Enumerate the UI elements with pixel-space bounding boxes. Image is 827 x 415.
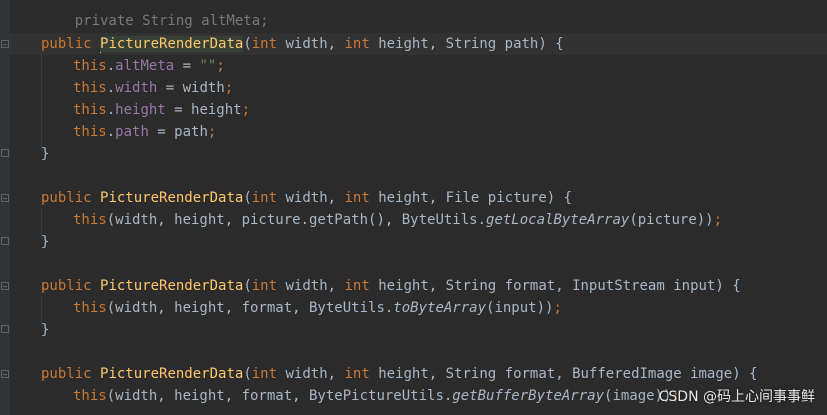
call-args: (width, height, format, BytePictureUtils… xyxy=(106,388,453,404)
closing-brace: } xyxy=(41,322,50,338)
assignment: = width xyxy=(157,80,225,96)
field-ref: path xyxy=(115,124,149,140)
params-rest: height, String format, InputStream input… xyxy=(369,278,741,294)
constructor-name: PictureRenderData xyxy=(100,278,244,294)
dot: . xyxy=(106,58,116,74)
code-line[interactable]: public PictureRenderData(int width, int … xyxy=(41,275,827,297)
keyword: this xyxy=(73,58,107,74)
keyword: int xyxy=(251,190,278,206)
assignment: = height xyxy=(165,102,242,118)
field-declaration: private String altMeta; xyxy=(74,13,269,29)
params-rest: height, String path) { xyxy=(369,36,564,52)
semicolon: ; xyxy=(224,80,234,96)
paren: ( xyxy=(243,366,252,382)
fold-end-marker-icon[interactable] xyxy=(1,237,9,245)
editor-gutter xyxy=(0,0,10,415)
string-literal: "" xyxy=(199,58,217,74)
code-line[interactable]: this.width = width; xyxy=(73,77,827,99)
semicolon: ; xyxy=(216,58,225,74)
code-line[interactable]: } xyxy=(41,143,827,165)
fold-marker-icon[interactable] xyxy=(1,194,9,202)
static-method: getBufferByteArray xyxy=(452,388,605,404)
paren: ( xyxy=(243,190,252,206)
fold-marker-icon[interactable] xyxy=(1,282,9,290)
code-line[interactable]: } xyxy=(41,319,827,341)
field-ref: height xyxy=(115,102,166,118)
fold-marker-icon[interactable] xyxy=(1,40,9,48)
fold-marker-icon[interactable] xyxy=(1,370,9,378)
code-line[interactable]: public PictureRenderData(int width, int … xyxy=(41,363,827,385)
param: width, xyxy=(277,190,345,206)
dot: . xyxy=(106,102,116,118)
keyword: this xyxy=(73,102,107,118)
constructor-name: PictureRenderData xyxy=(100,366,244,382)
code-line[interactable]: } xyxy=(41,231,827,253)
param: width, xyxy=(277,278,345,294)
code-line[interactable]: private String altMeta; xyxy=(41,0,827,29)
keyword: this xyxy=(73,388,107,404)
call-args-end: (picture)) xyxy=(629,212,714,228)
constructor-name: PictureRenderData xyxy=(100,190,244,206)
constructor-name: PictureRenderData xyxy=(100,36,244,52)
dot: . xyxy=(106,80,116,96)
paren: ( xyxy=(243,36,252,52)
code-line[interactable]: public PictureRenderData(int width, int … xyxy=(41,187,827,209)
fold-end-marker-icon[interactable] xyxy=(1,325,9,333)
keyword: this xyxy=(73,300,107,316)
code-line[interactable]: this.height = height; xyxy=(73,99,827,121)
keyword: int xyxy=(344,366,370,382)
code-line[interactable]: this(width, height, picture.getPath(), B… xyxy=(73,209,827,231)
field-ref: altMeta xyxy=(115,58,175,74)
indent-guide xyxy=(41,55,42,151)
keyword: public xyxy=(41,36,92,52)
keyword: int xyxy=(251,278,278,294)
fold-end-marker-icon[interactable] xyxy=(1,149,9,157)
params-rest: height, String format, BufferedImage ima… xyxy=(369,366,758,382)
semicolon: ; xyxy=(207,124,217,140)
call-args-end: (input)) xyxy=(486,300,554,316)
code-line[interactable]: this.altMeta = ""; xyxy=(73,55,827,77)
code-line[interactable]: this(width, height, format, ByteUtils.to… xyxy=(73,297,827,319)
assignment: = xyxy=(174,58,200,74)
keyword: int xyxy=(344,278,370,294)
param: width, xyxy=(277,36,345,52)
code-editor[interactable]: private String altMeta; public PictureRe… xyxy=(0,0,827,415)
keyword: int xyxy=(344,36,370,52)
keyword: int xyxy=(251,36,278,52)
closing-brace: } xyxy=(41,234,50,250)
static-method: getLocalByteArray xyxy=(486,212,630,228)
code-line[interactable]: this.path = path; xyxy=(73,121,827,143)
keyword: int xyxy=(251,366,278,382)
keyword: this xyxy=(73,124,107,140)
param: width, xyxy=(277,366,345,382)
keyword: this xyxy=(73,80,107,96)
keyword: public xyxy=(41,190,92,206)
code-line-current[interactable]: public PictureRenderData(int width, int … xyxy=(10,33,827,55)
dot: . xyxy=(106,124,116,140)
call-args: (width, height, format, ByteUtils. xyxy=(106,300,394,316)
static-method: toByteArray xyxy=(393,300,487,316)
keyword: public xyxy=(41,278,92,294)
semicolon: ; xyxy=(241,102,251,118)
closing-brace: } xyxy=(41,146,50,162)
keyword: int xyxy=(344,190,370,206)
semicolon: ; xyxy=(553,300,562,316)
csdn-watermark: CSDN @码上心间事事鲜 xyxy=(658,389,815,405)
assignment: = path xyxy=(148,124,208,140)
keyword: public xyxy=(41,366,92,382)
paren: ( xyxy=(243,278,252,294)
params-rest: height, File picture) { xyxy=(369,190,573,206)
field-ref: width xyxy=(115,80,158,96)
keyword: this xyxy=(73,212,107,228)
call-args: (width, height, picture.getPath(), ByteU… xyxy=(106,212,487,228)
semicolon: ; xyxy=(713,212,723,228)
